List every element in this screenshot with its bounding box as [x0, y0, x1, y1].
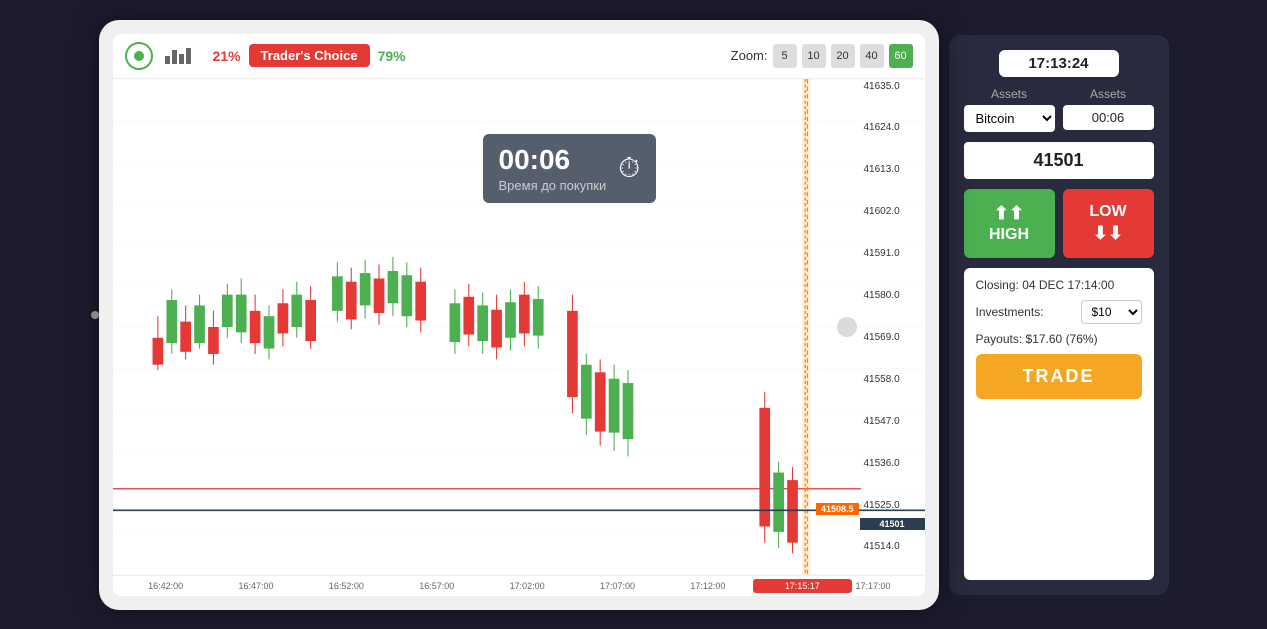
- low-label: LOW: [1089, 203, 1126, 221]
- live-icon-btn[interactable]: [125, 42, 153, 70]
- asset-select[interactable]: Bitcoin Ethereum EUR/USD GBP/USD: [964, 105, 1055, 132]
- price-label: 41514.0: [864, 541, 921, 552]
- price-label: 41569.0: [864, 332, 921, 343]
- price-label: 41591.0: [864, 248, 921, 259]
- scroll-indicator: [837, 317, 857, 337]
- time-label-6: 17:07:00: [572, 581, 662, 591]
- trade-button[interactable]: TRADE: [976, 354, 1142, 399]
- chart-type-icon[interactable]: [165, 48, 191, 64]
- tooltip-label: Время до покупки: [499, 178, 607, 193]
- high-label: HIGH: [989, 226, 1029, 244]
- tooltip-time: 00:06: [499, 144, 607, 176]
- trader-choice-pct-left: 21%: [213, 48, 241, 64]
- right-panel: 17:13:24 Assets Bitcoin Ethereum EUR/USD…: [949, 35, 1169, 595]
- asset-time: 00:06: [1063, 105, 1154, 130]
- price-label: 41624.0: [864, 122, 921, 133]
- time-label-3: 16:52:00: [301, 581, 391, 591]
- price-label: 41547.0: [864, 416, 921, 427]
- price-label: 41613.0: [864, 164, 921, 175]
- assets-col-2: Assets 00:06: [1063, 87, 1154, 132]
- closing-label: Closing: 04 DEC 17:14:00: [976, 278, 1115, 292]
- high-button[interactable]: ⬆⬆ HIGH: [964, 189, 1055, 258]
- price-label: 41635.0: [864, 81, 921, 92]
- zoom-5-btn[interactable]: 5: [773, 44, 797, 68]
- arrow-down-icon: ⬇⬇: [1093, 223, 1123, 244]
- time-label-7: 17:12:00: [663, 581, 753, 591]
- tablet-inner: 21% Trader's Choice 79% Zoom: 5 10 20 40…: [113, 34, 925, 596]
- investments-select[interactable]: $5 $10 $25 $50 $100: [1081, 300, 1142, 324]
- investments-label: Investments:: [976, 305, 1044, 319]
- assets-label-1: Assets: [964, 87, 1055, 101]
- price-label: 41525.0: [864, 500, 921, 511]
- price-display: 41501: [964, 142, 1154, 179]
- trade-info: Closing: 04 DEC 17:14:00 Investments: $5…: [964, 268, 1154, 580]
- trader-choice-pct-right: 79%: [378, 48, 406, 64]
- price-label: 41536.0: [864, 458, 921, 469]
- tablet-button: [91, 311, 99, 319]
- time-label-active: 17:15:17: [753, 579, 851, 593]
- chart-header: 21% Trader's Choice 79% Zoom: 5 10 20 40…: [113, 34, 925, 79]
- closing-info: Closing: 04 DEC 17:14:00: [976, 278, 1142, 292]
- time-display: 17:13:24: [999, 50, 1119, 77]
- time-label-4: 16:57:00: [392, 581, 482, 591]
- clock-icon: ⏱: [618, 152, 640, 185]
- time-label-2: 16:47:00: [211, 581, 301, 591]
- main-container: 21% Trader's Choice 79% Zoom: 5 10 20 40…: [0, 0, 1267, 629]
- zoom-10-btn[interactable]: 10: [802, 44, 826, 68]
- time-label-9: 17:17:00: [852, 581, 917, 591]
- live-dot: [134, 51, 144, 61]
- tablet-frame: 21% Trader's Choice 79% Zoom: 5 10 20 40…: [99, 20, 939, 610]
- payouts-label: Payouts: $17.60 (76%): [976, 332, 1098, 346]
- price-label: 41558.0: [864, 374, 921, 385]
- investments-row: Investments: $5 $10 $25 $50 $100: [976, 300, 1142, 324]
- assets-row: Assets Bitcoin Ethereum EUR/USD GBP/USD …: [964, 87, 1154, 132]
- chart-area: 00:06 Время до покупки ⏱ 41635.0 41624.0…: [113, 79, 925, 575]
- zoom-label: Zoom:: [731, 48, 768, 63]
- orange-price-marker: 41508.5: [816, 503, 859, 515]
- time-axis: 16:42:00 16:47:00 16:52:00 16:57:00 17:0…: [113, 575, 925, 596]
- tooltip-content: 00:06 Время до покупки: [499, 144, 607, 193]
- price-labels: 41635.0 41624.0 41613.0 41602.0 41591.0 …: [860, 79, 925, 555]
- traders-choice-btn[interactable]: Trader's Choice: [249, 44, 370, 67]
- chart-tooltip: 00:06 Время до покупки ⏱: [483, 134, 657, 203]
- zoom-40-btn[interactable]: 40: [860, 44, 884, 68]
- zoom-20-btn[interactable]: 20: [831, 44, 855, 68]
- time-label-1: 16:42:00: [121, 581, 211, 591]
- assets-col-1: Assets Bitcoin Ethereum EUR/USD GBP/USD: [964, 87, 1055, 132]
- zoom-60-btn[interactable]: 60: [889, 44, 913, 68]
- trader-choice-section: 21% Trader's Choice 79%: [213, 44, 406, 67]
- low-button[interactable]: LOW ⬇⬇: [1063, 189, 1154, 258]
- price-label: 41580.0: [864, 290, 921, 301]
- assets-label-2: Assets: [1063, 87, 1154, 101]
- trade-buttons: ⬆⬆ HIGH LOW ⬇⬇: [964, 189, 1154, 258]
- time-label-5: 17:02:00: [482, 581, 572, 591]
- payouts-row: Payouts: $17.60 (76%): [976, 332, 1142, 346]
- arrow-up-icon: ⬆⬆: [994, 203, 1024, 224]
- price-label: 41602.0: [864, 206, 921, 217]
- zoom-section: Zoom: 5 10 20 40 60: [731, 44, 913, 68]
- dark-price-marker: 41501: [860, 518, 925, 530]
